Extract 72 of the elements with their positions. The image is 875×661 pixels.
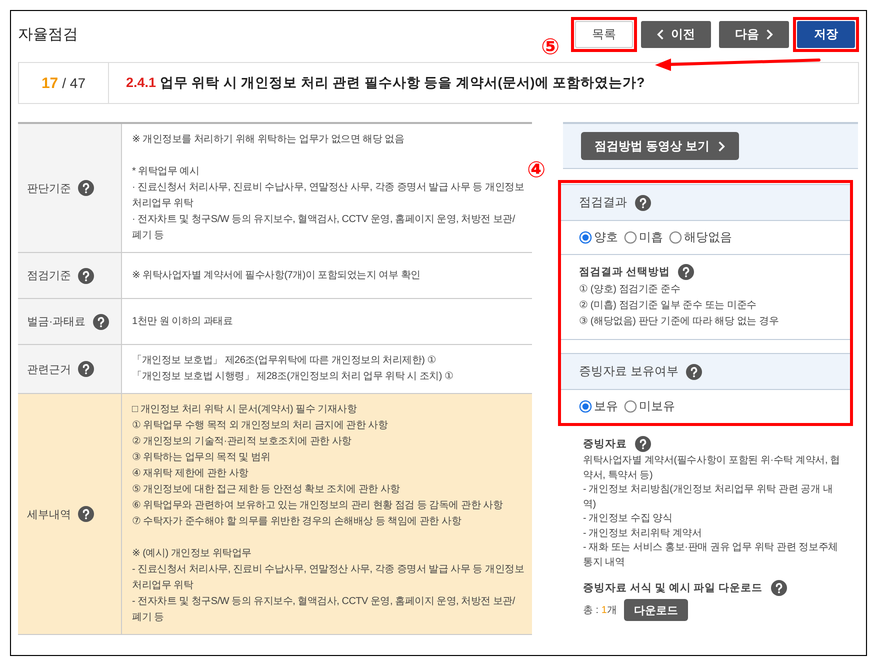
method-text: ② (미흡) 점검기준 일부 준수 또는 미준수: [579, 299, 758, 313]
cell-text: □ 개인정보 처리 위탁 시 문서(계약서) 필수 기재사항: [132, 403, 358, 417]
help-icon[interactable]: [635, 194, 651, 210]
radio-option[interactable]: 보유: [579, 398, 618, 415]
chevron-right-icon: [718, 140, 726, 152]
row-label: 점검기준: [27, 269, 71, 283]
cell-text: ※ 위탁사업자별 계약서에 필수사항(7개)이 포함되었는지 여부 확인: [132, 268, 422, 282]
radio-option[interactable]: 미보유: [624, 398, 675, 415]
row-label: 판단기준: [27, 182, 71, 196]
help-icon[interactable]: [92, 314, 109, 330]
row-label: 벌금·과태료: [27, 315, 86, 329]
help-icon[interactable]: [78, 361, 94, 377]
cell-text: 「개인정보 보호법」 제26조(업무위탁에 따른 개인정보의 처리제한) ①: [132, 354, 437, 368]
help-icon[interactable]: [78, 506, 94, 522]
cell-text: ② 개인정보의 기술적·관리적 보호조치에 관한 사항: [132, 435, 352, 449]
cell-text: ⑤ 개인정보에 대한 접근 제한 등 안전성 확보 조치에 관한 사항: [132, 483, 401, 497]
radio-icon[interactable]: [624, 231, 637, 244]
cell-text: ※ 개인정보를 처리하기 위해 위탁하는 업무가 없으면 해당 없음: [132, 133, 406, 147]
help-icon[interactable]: [686, 364, 702, 380]
question-counter: 17 / 47: [19, 63, 109, 103]
help-icon[interactable]: [635, 436, 651, 452]
video-button[interactable]: 점검방법 동영상 보기: [581, 132, 739, 160]
radio-icon[interactable]: [669, 231, 682, 244]
help-icon[interactable]: [78, 268, 94, 284]
file-count: 총 : 1개: [583, 604, 617, 617]
row-label: 세부내역: [27, 508, 71, 522]
evidence-text: - 개인정보 처리위탁 계약서: [583, 526, 703, 540]
help-icon[interactable]: [678, 264, 694, 280]
next-button[interactable]: 다음: [719, 21, 789, 48]
method-text: ① (양호) 점검기준 준수: [579, 283, 682, 297]
download-button[interactable]: 다운로드: [624, 599, 688, 621]
chevron-left-icon: [657, 29, 664, 40]
cell-text: ※ (예시) 개인정보 위탁업무: [132, 547, 252, 561]
cell-text: · 전자차트 및 청구S/W 등의 유지보수, 혈액검사, CCTV 운영, 홈페이지 운영, 처방전 보관/폐기 등: [132, 213, 516, 243]
question-title: 2.4.1 업무 위탁 시 개인정보 처리 관련 필수사항 등을 계약서(문서)에 포함하였는가?: [125, 74, 645, 92]
section-title: 점검결과: [579, 194, 627, 211]
cell-text: ⑦ 수탁자가 준수해야 할 의무를 위반한 경우의 손해배상 등 책임에 관한 사항: [132, 515, 462, 529]
method-title: 점검결과 선택방법: [579, 265, 670, 279]
callout-number: ④: [527, 159, 546, 181]
radio-option[interactable]: 해당없음: [669, 229, 732, 246]
evidence-title: 증빙자료: [583, 437, 627, 451]
download-title: 증빙자료 서식 및 예시 파일 다운로드: [583, 581, 763, 595]
cell-text: ① 위탁업무 수행 목적 외 개인정보의 처리 금지에 관한 사항: [132, 419, 389, 433]
method-text: ③ (해당없음) 판단 기준에 따라 해당 없는 경우: [579, 315, 780, 329]
page-title: 자율점검: [18, 25, 78, 44]
radio-option[interactable]: 양호: [579, 229, 618, 246]
evidence-text: - 재화 또는 서비스 홍보·판매 권유 업무 위탁 관련 정보주체 통지 내역: [583, 541, 839, 570]
cell-text: * 위탁업무 예시: [132, 165, 200, 179]
help-icon[interactable]: [770, 580, 787, 596]
cell-text: ③ 위탁하는 업무의 목적 및 범위: [132, 451, 272, 465]
radio-option[interactable]: 미흡: [624, 229, 663, 246]
radio-icon[interactable]: [579, 400, 592, 413]
cell-text: - 전자차트 및 청구S/W 등의 유지보수, 혈액검사, CCTV 운영, 홈페이지 운영, 처방전 보관/폐기 등: [132, 595, 516, 625]
evidence-text: - 개인정보 처리방침(개인정보 처리업무 위탁 관련 공개 내역): [583, 483, 834, 512]
evidence-text: 위탁사업자별 계약서(필수사항이 포함된 위·수탁 계약서, 협약서, 특약서 등): [583, 454, 840, 482]
evidence-text: - 개인정보 수집 양식: [583, 512, 674, 526]
cell-text: 「개인정보 보호법 시행령」 제28조(개인정보의 처리 업무 위탁 시 조치) ①: [132, 370, 454, 384]
list-button[interactable]: 목록: [575, 21, 633, 48]
save-button[interactable]: 저장: [797, 21, 855, 48]
row-label: 관련근거: [27, 362, 71, 376]
radio-icon[interactable]: [624, 400, 637, 413]
cell-text: ④ 재위탁 제한에 관한 사항: [132, 467, 250, 481]
help-icon[interactable]: [78, 180, 94, 196]
radio-icon[interactable]: [579, 231, 592, 244]
cell-text: - 진료신청서 처리사무, 진료비 수납사무, 연말정산 사무, 각종 증명서 발급 사무 등 개인정보 처리업무 위탁: [132, 563, 524, 593]
cell-text: 1천만 원 이하의 과태료: [132, 314, 234, 328]
callout-number: ⑤: [541, 36, 560, 58]
cell-text: · 진료신청서 처리사무, 진료비 수납사무, 연말정산 사무, 각종 증명서 발급 사무 등 개인정보 처리업무 위탁: [132, 181, 524, 211]
chevron-right-icon: [766, 29, 773, 40]
cell-text: ⑥ 위탁업무와 관련하여 보유하고 있는 개인정보의 관리 현황 점검 등 감독에 관한 사항: [132, 499, 504, 513]
previous-button[interactable]: 이전: [641, 21, 711, 48]
section-title: 증빙자료 보유여부: [579, 363, 678, 380]
